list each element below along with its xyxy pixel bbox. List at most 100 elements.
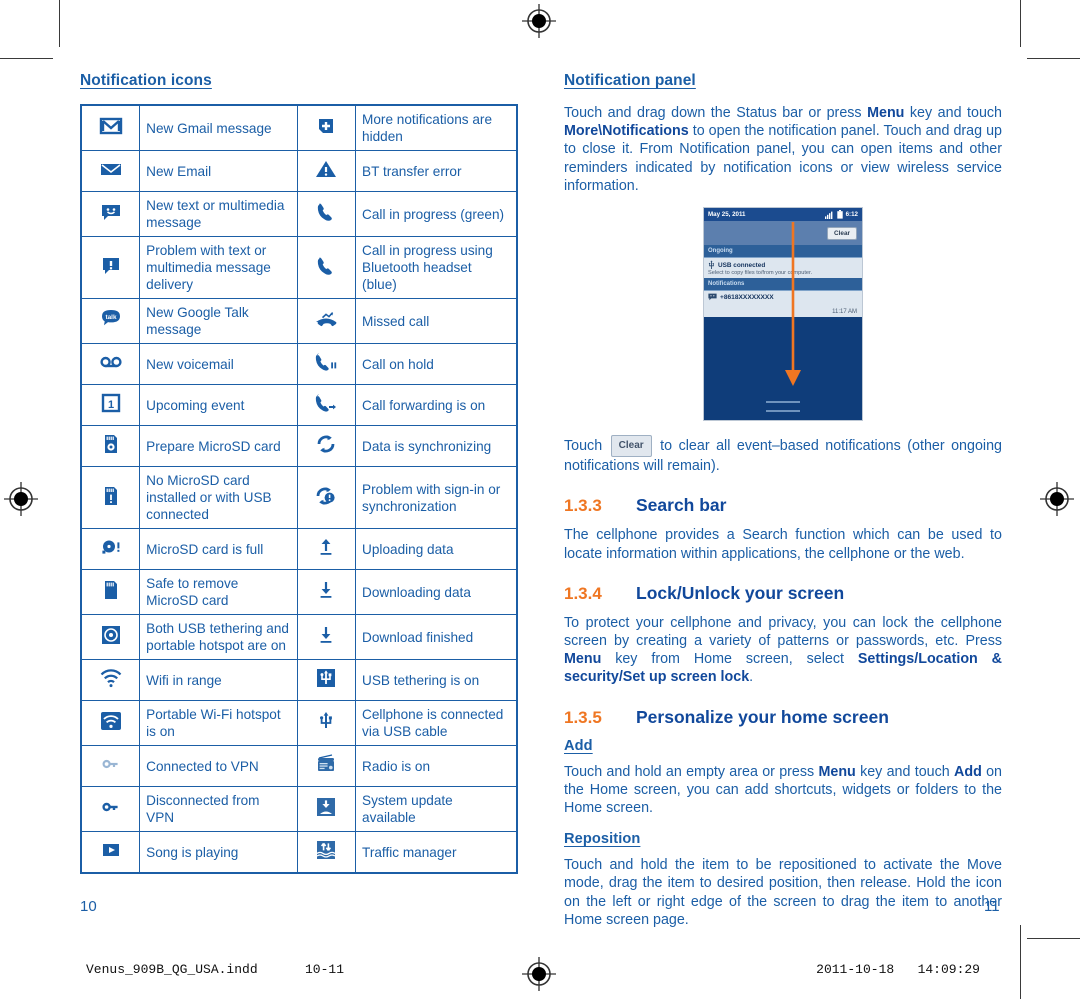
table-row: New Email BT transfer error <box>80 150 518 192</box>
icon-label: Prepare MicroSD card <box>139 425 298 467</box>
notification-panel-paragraph: Touch and drag down the Status bar or pr… <box>564 104 1002 195</box>
system-update-icon <box>296 786 357 832</box>
icon-label: New Gmail message <box>139 104 298 151</box>
text-run: Touch and drag down the Status bar or pr… <box>564 105 868 121</box>
table-body: New Gmail message More notifications are… <box>80 104 518 874</box>
page-number-right: 11 <box>984 898 1000 915</box>
table-row: 1 Upcoming event Call forwarding is on <box>80 384 518 426</box>
section-number: 1.3.3 <box>564 496 602 516</box>
icon-label: Disconnected from VPN <box>139 786 298 832</box>
icon-label: New Google Talk message <box>139 298 298 344</box>
sms-message-icon <box>708 293 717 301</box>
subsection-heading-reposition: Reposition <box>564 831 641 848</box>
table-row: Prepare MicroSD card Data is synchronizi… <box>80 425 518 467</box>
table-row: Song is playing Traffic manager <box>80 831 518 874</box>
table-row: Safe to remove MicroSD card Downloading … <box>80 569 518 615</box>
section-1-3-3-paragraph: The cellphone provides a Search function… <box>564 527 1002 562</box>
phone-notification-number: +8618XXXXXXXX <box>720 293 774 301</box>
left-page-column: Notification icons New Gmail message Mor… <box>80 72 518 915</box>
microsd-safe-remove-icon <box>80 569 141 615</box>
google-talk-icon: talk <box>80 298 141 344</box>
table-row: Disconnected from VPN System update avai… <box>80 786 518 832</box>
phone-notification-time: 11:17 AM <box>832 309 857 316</box>
text-run: key and touch <box>855 763 955 780</box>
footer-timestamp: 2011-10-18 14:09:29 <box>816 962 980 977</box>
text-run-bold: Add <box>954 763 982 780</box>
music-play-icon <box>80 831 141 874</box>
call-forwarding-icon <box>296 384 357 426</box>
calendar-event-icon: 1 <box>80 384 141 426</box>
text-run: key and touch <box>904 105 1002 121</box>
icon-label: Upcoming event <box>139 384 298 426</box>
page-number-left: 10 <box>80 898 97 915</box>
icon-label: Radio is on <box>355 745 518 787</box>
icon-label: Call in progress (green) <box>355 191 518 237</box>
icon-label: BT transfer error <box>355 150 518 192</box>
icon-label: Song is playing <box>139 831 298 874</box>
usb-tethering-on-icon <box>296 659 357 701</box>
sync-icon <box>296 425 357 467</box>
svg-text:talk: talk <box>105 314 116 321</box>
usb-tether-hotspot-icon <box>80 614 141 660</box>
vpn-connected-icon <box>80 745 141 787</box>
text-run: key from Home screen, select <box>601 651 858 668</box>
subsection-reposition-paragraph: Touch and hold the item to be reposition… <box>564 857 1002 928</box>
vpn-disconnected-icon <box>80 786 141 832</box>
footer-date: 2011-10-18 <box>816 962 895 977</box>
table-row: New voicemail Call on hold <box>80 343 518 385</box>
crop-mark-bottom-right-h <box>1027 938 1080 939</box>
text-run-bold: Menu <box>564 651 602 668</box>
icon-label: Traffic manager <box>355 831 518 874</box>
table-row: Connected to VPN Radio is on <box>80 745 518 787</box>
icon-label: Missed call <box>355 298 518 344</box>
registration-mark-right <box>1040 482 1074 516</box>
print-footer: Venus_909B_QG_USA.indd 10-11 2011-10-18 … <box>0 962 1080 992</box>
crop-mark-top-left-h <box>0 58 53 59</box>
phone-ongoing-title: USB connected <box>718 261 766 269</box>
microsd-full-icon <box>80 528 141 570</box>
icon-label: Call in progress using Bluetooth headset… <box>355 236 518 299</box>
section-heading-1-3-3: 1.3.3 Search bar <box>564 495 1002 516</box>
notification-icons-table: New Gmail message More notifications are… <box>80 104 518 874</box>
text-run: Touch <box>564 438 609 455</box>
svg-text:1: 1 <box>108 399 114 411</box>
upload-icon <box>296 528 357 570</box>
down-arrow-annotation <box>785 222 801 387</box>
sync-problem-icon <box>296 466 357 529</box>
phone-drag-handle[interactable] <box>766 401 800 413</box>
sms-message-icon <box>80 191 141 237</box>
section-heading-1-3-5: 1.3.5 Personalize your home screen <box>564 707 1002 728</box>
call-bluetooth-icon <box>296 236 357 299</box>
table-row: No MicroSD card installed or with USB co… <box>80 466 518 529</box>
registration-mark-left <box>4 482 38 516</box>
icon-label: New Email <box>139 150 298 192</box>
icon-label: Call on hold <box>355 343 518 385</box>
clear-button-chip[interactable]: Clear <box>610 435 652 458</box>
footer-page-range: 10-11 <box>305 962 345 977</box>
icon-label: Call forwarding is on <box>355 384 518 426</box>
icon-label: Problem with sign-in or synchronization <box>355 466 518 529</box>
status-date: May 25, 2011 <box>708 211 746 219</box>
subsection-heading-add: Add <box>564 737 593 754</box>
microsd-missing-icon <box>80 466 141 529</box>
crop-mark-top-left-v <box>59 0 60 47</box>
icon-label: No MicroSD card installed or with USB co… <box>139 466 298 529</box>
table-row: New text or multimedia message Call in p… <box>80 191 518 237</box>
icon-label: Uploading data <box>355 528 518 570</box>
phone-clear-button[interactable]: Clear <box>827 226 857 240</box>
text-run-bold: More\Notifications <box>564 123 689 140</box>
battery-icon <box>836 210 843 219</box>
right-page-column: Notification panel Touch and drag down t… <box>564 72 1002 941</box>
notification-icons-heading: Notification icons <box>80 72 212 89</box>
icon-label: More notifications are hidden <box>355 104 518 151</box>
icon-label: Both USB tethering and portable hotspot … <box>139 614 298 660</box>
notification-panel-screenshot: May 25, 2011 6:12 Clear Ongoing USB conn… <box>703 207 863 422</box>
section-title: Lock/Unlock your screen <box>636 582 845 603</box>
icon-label: USB tethering is on <box>355 659 518 701</box>
table-row: talk New Google Talk message Missed call <box>80 298 518 344</box>
voicemail-icon <box>80 343 141 385</box>
text-run-bold: Menu <box>867 105 905 121</box>
status-right-group: 6:12 <box>824 210 858 219</box>
table-row: MicroSD card is full Uploading data <box>80 528 518 570</box>
section-title: Search bar <box>636 495 727 516</box>
